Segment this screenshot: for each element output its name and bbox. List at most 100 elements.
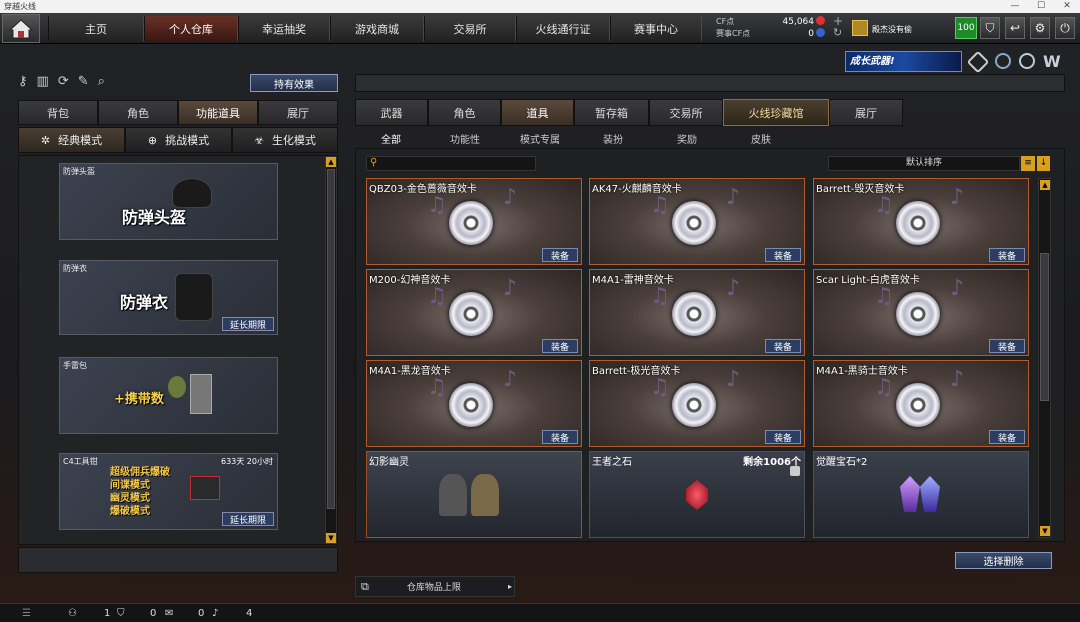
disc-icon <box>672 201 716 245</box>
mode-zombie[interactable]: ☣ 生化模式 <box>232 127 338 153</box>
item-c4-tool[interactable]: C4工具钳 633天 20小时 超级佣兵爆破 间谍模式 幽灵模式 爆破模式 延长… <box>59 453 278 530</box>
left-tab-character[interactable]: 角色 <box>98 100 178 125</box>
audio-card[interactable]: Scar Light-白虎音效卡 ♫ ♪ 装备 <box>813 269 1029 356</box>
maximize-icon[interactable]: ☐ <box>1028 0 1054 13</box>
extend-button-vest[interactable]: 延长期限 <box>222 317 274 331</box>
mouse-icon[interactable]: ⌕ <box>98 74 105 89</box>
subtab-reward[interactable]: 奖励 <box>669 128 705 148</box>
settings-button[interactable]: ⚙ <box>1030 17 1050 39</box>
rank-button[interactable]: ⛉ <box>980 17 1000 39</box>
nav-tab-lottery[interactable]: 幸运抽奖 <box>238 16 330 41</box>
select-delete-button[interactable]: 选择删除 <box>955 552 1052 569</box>
sort-select[interactable]: 默认排序 <box>828 156 1020 171</box>
left-tab-backpack[interactable]: 背包 <box>18 100 98 125</box>
back-button[interactable]: ↩ <box>1005 17 1025 39</box>
card-awaken-gem[interactable]: 觉醒宝石*2 <box>813 451 1029 538</box>
equip-button[interactable]: 装备 <box>542 339 578 353</box>
chart-icon[interactable]: ▥ <box>37 74 49 89</box>
left-tab-hall[interactable]: 展厅 <box>258 100 338 125</box>
promo-banner[interactable]: 成长武器! <box>845 51 962 72</box>
equip-button[interactable]: 装备 <box>765 248 801 262</box>
card-phantom[interactable]: 幻影幽灵 <box>366 451 582 538</box>
left-scrollbar[interactable]: ▲ ▼ <box>325 156 337 544</box>
home-button[interactable] <box>2 14 40 43</box>
audio-card[interactable]: M200-幻神音效卡 ♫ ♪ 装备 <box>366 269 582 356</box>
equip-button[interactable]: 装备 <box>765 339 801 353</box>
disc-icon <box>449 383 493 427</box>
right-tab-weapons[interactable]: 武器 <box>355 99 428 126</box>
extend-button-c4[interactable]: 延长期限 <box>222 512 274 526</box>
music-note-icon: ♪ <box>726 185 741 210</box>
right-tab-exchange[interactable]: 交易所 <box>649 99 723 126</box>
equip-button[interactable]: 装备 <box>989 248 1025 262</box>
effect-button[interactable]: 持有效果 <box>250 74 338 92</box>
search-input[interactable]: ⚲ <box>366 156 536 171</box>
audio-card[interactable]: QBZ03-金色蔷薇音效卡 ♫ ♪ 装备 <box>366 178 582 265</box>
list-view-icon[interactable]: ≡ <box>1021 156 1035 171</box>
scroll-up-icon[interactable]: ▲ <box>326 157 336 167</box>
music-note-icon: ♪ <box>950 367 965 392</box>
card-king-stone[interactable]: 王者之石 剩余1006个 <box>589 451 805 538</box>
subtab-functional[interactable]: 功能性 <box>440 128 490 148</box>
nav-tab-inventory[interactable]: 个人仓库 <box>144 16 238 41</box>
left-tab-functional[interactable]: 功能道具 <box>178 100 258 125</box>
scroll-down-icon[interactable]: ▼ <box>326 533 336 543</box>
speaker-icon[interactable]: ♪ <box>212 608 218 619</box>
right-tab-items[interactable]: 道具 <box>501 99 574 126</box>
audio-card[interactable]: Barrett-极光音效卡 ♫ ♪ 装备 <box>589 360 805 447</box>
cycle-icon[interactable]: ⟳ <box>58 74 69 89</box>
power-button[interactable]: ⏻ <box>1055 17 1075 39</box>
equip-button[interactable]: 装备 <box>542 248 578 262</box>
key-icon[interactable]: ⚷ <box>18 74 28 89</box>
subtab-skin[interactable]: 皮肤 <box>743 128 779 148</box>
nav-tab-shop[interactable]: 游戏商城 <box>330 16 424 41</box>
audio-card[interactable]: Barrett-毁灭音效卡 ♫ ♪ 装备 <box>813 178 1029 265</box>
badge-icon-2[interactable] <box>995 53 1011 69</box>
equip-button[interactable]: 装备 <box>989 339 1025 353</box>
status-value-1: 1 <box>104 607 111 619</box>
nav-tab-events[interactable]: 赛事中心 <box>610 16 702 41</box>
equip-button[interactable]: 装备 <box>765 430 801 444</box>
subtab-all[interactable]: 全部 <box>370 128 412 148</box>
sort-direction-icon[interactable]: ↓ <box>1037 156 1050 171</box>
mode-classic[interactable]: ✲ 经典模式 <box>18 127 125 153</box>
nav-tab-pass[interactable]: 火线通行证 <box>516 16 610 41</box>
right-tab-collection[interactable]: 火线珍藏馆 <box>723 99 829 126</box>
grid-scroll-up-icon[interactable]: ▲ <box>1040 180 1050 190</box>
subtab-costume[interactable]: 装扮 <box>595 128 631 148</box>
mode-challenge[interactable]: ⊕ 挑战模式 <box>125 127 232 153</box>
right-tab-storage[interactable]: 暂存箱 <box>574 99 649 126</box>
equip-button[interactable]: 装备 <box>989 430 1025 444</box>
storage-limit-bar[interactable]: ⧉ 仓库物品上限 ▸ <box>355 576 515 597</box>
audio-card[interactable]: M4A1-黑龙音效卡 ♫ ♪ 装备 <box>366 360 582 447</box>
vip-badge-icon[interactable] <box>966 50 990 74</box>
item-c4-time: 633天 20小时 <box>221 457 273 466</box>
left-scroll-thumb[interactable] <box>327 169 335 509</box>
right-tab-character[interactable]: 角色 <box>428 99 501 126</box>
minimize-icon[interactable]: — <box>1002 0 1028 13</box>
nav-tab-home[interactable]: 主页 <box>48 16 144 41</box>
music-note-icon: ♪ <box>726 367 741 392</box>
grid-scroll-down-icon[interactable]: ▼ <box>1040 526 1050 536</box>
audio-card[interactable]: M4A1-黑骑士音效卡 ♫ ♪ 装备 <box>813 360 1029 447</box>
right-tab-hall[interactable]: 展厅 <box>829 99 903 126</box>
badge-icon-4[interactable]: W <box>1043 52 1061 71</box>
refresh-icon[interactable]: ↻ <box>833 26 842 39</box>
audio-card[interactable]: M4A1-雷神音效卡 ♫ ♪ 装备 <box>589 269 805 356</box>
status-value-3: 0 <box>198 607 205 619</box>
item-helmet-title: 防弹头盔 <box>122 208 187 227</box>
grid-scrollbar[interactable]: ▲ ▼ <box>1038 178 1051 538</box>
item-grenade-pack[interactable]: 手雷包 +携带数 <box>59 357 278 434</box>
badge-icon-3[interactable] <box>1019 53 1035 69</box>
equip-button[interactable]: 装备 <box>542 430 578 444</box>
grid-scroll-thumb[interactable] <box>1040 253 1049 401</box>
chat-icon[interactable]: ✉ <box>165 608 173 619</box>
close-icon[interactable]: ✕ <box>1054 0 1080 13</box>
item-helmet[interactable]: 防弹头盔 防弹头盔 <box>59 163 278 240</box>
subtab-mode-exclusive[interactable]: 模式专属 <box>512 128 568 148</box>
audio-card[interactable]: AK47-火麒麟音效卡 ♫ ♪ 装备 <box>589 178 805 265</box>
nav-tab-exchange[interactable]: 交易所 <box>424 16 516 41</box>
menu-icon[interactable]: ☰ <box>22 608 31 619</box>
item-vest[interactable]: 防弹衣 防弹衣 延长期限 <box>59 260 278 335</box>
paint-icon[interactable]: ✎ <box>78 74 89 89</box>
